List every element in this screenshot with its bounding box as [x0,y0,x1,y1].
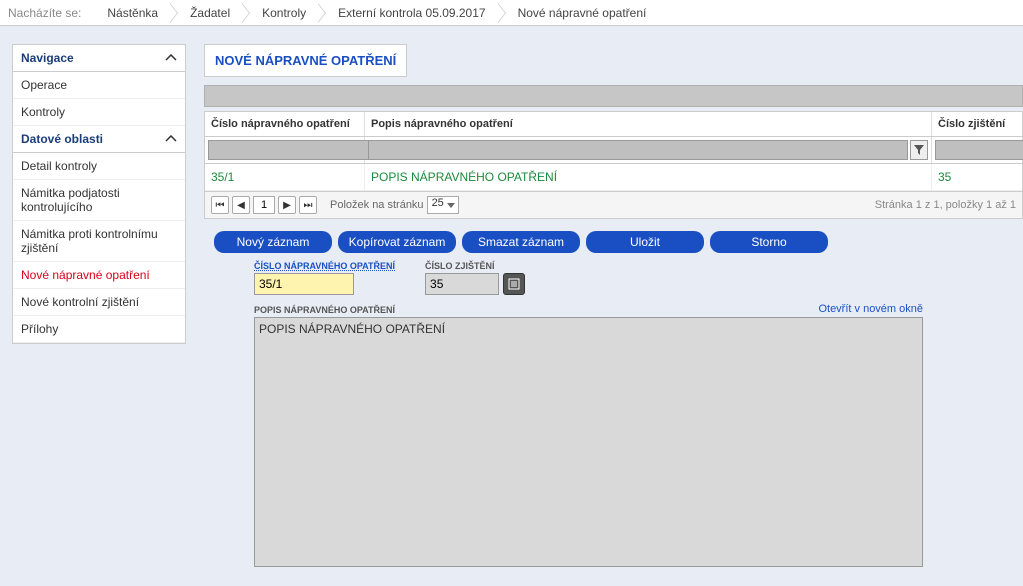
sidebar-item-detail[interactable]: Detail kontroly [13,153,185,180]
column-header-popis[interactable]: Popis nápravného opatření [365,112,932,136]
field-label-cislo-opatreni: ČÍSLO NÁPRAVNÉHO OPATŘENÍ [254,261,395,271]
sidebar-section-data[interactable]: Datové oblasti [13,126,185,153]
chevron-up-icon [165,52,177,64]
cislo-opatreni-input[interactable] [254,273,354,295]
pager: ⏮ ◀ ▶ ⏭ Položek na stránku 25 Stránka 1 … [205,191,1022,218]
filter-icon[interactable] [910,140,928,160]
pager-info: Stránka 1 z 1, položky 1 až 1 [875,199,1016,211]
sidebar-item-prilohy[interactable]: Přílohy [13,316,185,343]
sidebar-item-namitka-zjisteni[interactable]: Námitka proti kontrolnímu zjištění [13,221,185,262]
breadcrumb: Nacházíte se: Nástěnka Žadatel Kontroly … [0,0,1023,26]
cancel-button[interactable]: Storno [710,231,828,253]
breadcrumb-label: Nacházíte se: [8,6,81,20]
column-header-cislo-opatreni[interactable]: Číslo nápravného opatření [205,112,365,136]
lookup-button[interactable] [503,273,525,295]
copy-record-button[interactable]: Kopírovat záznam [338,231,456,253]
toolbar-strip [204,85,1023,107]
cell-cislo-opatreni: 35/1 [205,164,365,190]
filter-input-col3[interactable] [935,140,1023,160]
field-label-popis: POPIS NÁPRAVNÉHO OPATŘENÍ [254,305,395,315]
filter-input-col1[interactable] [208,140,387,160]
data-table: Číslo nápravného opatření Popis nápravné… [204,111,1023,219]
sidebar-item-kontroly[interactable]: Kontroly [13,99,185,126]
breadcrumb-item[interactable]: Nástěnka [89,0,172,26]
chevron-up-icon [165,133,177,145]
page-title: NOVÉ NÁPRAVNÉ OPATŘENÍ [204,44,407,77]
field-label-cislo-zjisteni: ČÍSLO ZJIŠTĚNÍ [425,261,525,271]
sidebar-section-label: Datové oblasti [21,132,103,146]
table-row[interactable]: 35/1 POPIS NÁPRAVNÉHO OPATŘENÍ 35 [205,164,1022,191]
table-header: Číslo nápravného opatření Popis nápravné… [205,112,1022,137]
sidebar-item-nove-opatreni[interactable]: Nové nápravné opatření [13,262,185,289]
popis-textarea[interactable] [254,317,923,567]
save-button[interactable]: Uložit [586,231,704,253]
main-content: NOVÉ NÁPRAVNÉ OPATŘENÍ Číslo nápravného … [204,44,1023,570]
cell-popis: POPIS NÁPRAVNÉHO OPATŘENÍ [365,164,932,190]
page-input[interactable] [253,196,275,214]
sidebar-section-navigation[interactable]: Navigace [13,45,185,72]
cislo-zjisteni-input[interactable] [425,273,499,295]
last-page-button[interactable]: ⏭ [299,196,317,214]
cell-cislo-zjisteni: 35 [932,164,1022,190]
delete-record-button[interactable]: Smazat záznam [462,231,580,253]
sidebar-item-operace[interactable]: Operace [13,72,185,99]
detail-form: ČÍSLO NÁPRAVNÉHO OPATŘENÍ ČÍSLO ZJIŠTĚNÍ… [204,261,1023,570]
prev-page-button[interactable]: ◀ [232,196,250,214]
page-size-label: Položek na stránku [330,199,424,211]
breadcrumb-item[interactable]: Nové nápravné opatření [500,0,661,26]
filter-row [205,137,1022,164]
breadcrumb-item[interactable]: Žadatel [172,0,244,26]
page-size-select[interactable]: 25 [427,196,459,214]
open-new-window-link[interactable]: Otevřít v novém okně [818,303,923,315]
breadcrumb-item[interactable]: Kontroly [244,0,320,26]
sidebar-item-nove-zjisteni[interactable]: Nové kontrolní zjištění [13,289,185,316]
action-bar: Nový záznam Kopírovat záznam Smazat zázn… [204,231,1023,253]
sidebar: Navigace Operace Kontroly Datové oblasti… [12,44,186,344]
sidebar-item-namitka-podjatosti[interactable]: Námitka podjatosti kontrolujícího [13,180,185,221]
filter-input-col2[interactable] [368,140,908,160]
column-header-cislo-zjisteni[interactable]: Číslo zjištění [932,112,1022,136]
new-record-button[interactable]: Nový záznam [214,231,332,253]
next-page-button[interactable]: ▶ [278,196,296,214]
sidebar-section-label: Navigace [21,51,74,65]
first-page-button[interactable]: ⏮ [211,196,229,214]
breadcrumb-item[interactable]: Externí kontrola 05.09.2017 [320,0,499,26]
